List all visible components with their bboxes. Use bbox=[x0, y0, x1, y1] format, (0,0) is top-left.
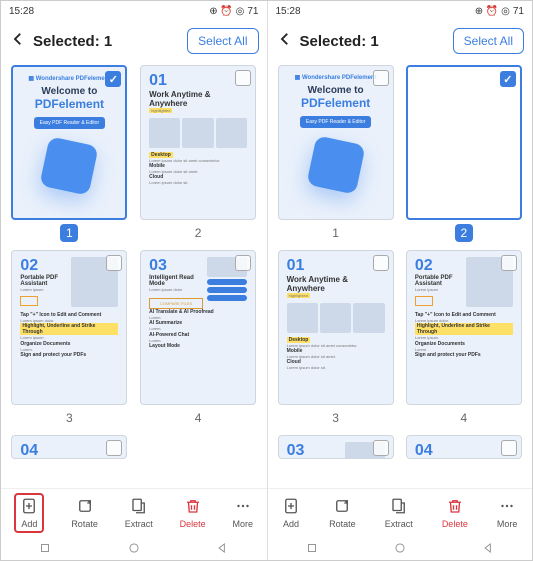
tool-label: More bbox=[233, 519, 254, 529]
delete-icon bbox=[184, 497, 202, 517]
delete-icon bbox=[446, 497, 464, 517]
page-number: 1 bbox=[60, 224, 78, 242]
page-number: 3 bbox=[60, 409, 78, 427]
page-checkbox[interactable] bbox=[373, 70, 389, 86]
page-number: 2 bbox=[455, 224, 473, 242]
status-bar: 15:28 ⊕ ⏰ ◎ 71 bbox=[268, 1, 533, 21]
extract-button[interactable]: Extract bbox=[385, 497, 413, 529]
tool-label: Extract bbox=[125, 519, 153, 529]
page-grid: ▦ Wondershare PDFelementWelcome toPDFele… bbox=[268, 61, 533, 488]
tool-label: Add bbox=[21, 519, 37, 529]
rotate-icon bbox=[333, 497, 351, 517]
rotate-button[interactable]: Rotate bbox=[71, 497, 98, 529]
tool-label: Add bbox=[283, 519, 299, 529]
status-icons: ⊕ ⏰ ◎ 71 bbox=[475, 6, 524, 17]
page-thumbnail[interactable]: 04More bbox=[404, 435, 524, 459]
selected-count: Selected: 1 bbox=[33, 33, 112, 50]
toolbar: Add Rotate Extract Delete More bbox=[1, 488, 267, 536]
add-icon bbox=[282, 497, 300, 517]
left-pane: 15:28 ⊕ ⏰ ◎ 71 Selected: 1 Select All ▦ … bbox=[1, 1, 267, 560]
header: Selected: 1 Select All bbox=[1, 21, 267, 61]
status-time: 15:28 bbox=[9, 6, 34, 17]
more-button[interactable]: More bbox=[233, 497, 254, 529]
status-icons: ⊕ ⏰ ◎ 71 bbox=[209, 6, 258, 17]
rotate-icon bbox=[76, 497, 94, 517]
back-nav-icon[interactable] bbox=[481, 541, 495, 555]
more-icon bbox=[234, 497, 252, 517]
recent-icon[interactable] bbox=[305, 541, 319, 555]
toolbar: Add Rotate Extract Delete More bbox=[268, 488, 533, 536]
page-thumbnail[interactable]: 04More bbox=[9, 435, 130, 459]
page-thumbnail[interactable]: ▦ Wondershare PDFelementWelcome toPDFele… bbox=[276, 65, 396, 242]
header: Selected: 1 Select All bbox=[268, 21, 533, 61]
right-pane: 15:28 ⊕ ⏰ ◎ 71 Selected: 1 Select All ▦ … bbox=[267, 1, 533, 560]
page-checkbox[interactable] bbox=[106, 255, 122, 271]
back-nav-icon[interactable] bbox=[215, 541, 229, 555]
page-grid: ▦ Wondershare PDFelementWelcome toPDFele… bbox=[1, 61, 267, 488]
android-navbar bbox=[268, 536, 533, 560]
add-button[interactable]: Add bbox=[282, 497, 300, 529]
select-all-button[interactable]: Select All bbox=[453, 28, 524, 54]
back-icon[interactable] bbox=[9, 30, 27, 53]
page-thumbnail[interactable]: 01Work Anytime & AnywherehighlightedDesk… bbox=[138, 65, 259, 242]
delete-button[interactable]: Delete bbox=[442, 497, 468, 529]
selected-count: Selected: 1 bbox=[300, 33, 379, 50]
delete-button[interactable]: Delete bbox=[180, 497, 206, 529]
page-number: 1 bbox=[327, 224, 345, 242]
tool-label: Rotate bbox=[329, 519, 356, 529]
extract-icon bbox=[390, 497, 408, 517]
page-checkbox[interactable] bbox=[500, 71, 516, 87]
page-thumbnail[interactable]: 01Work Anytime & AnywherehighlightedDesk… bbox=[276, 250, 396, 427]
recent-icon[interactable] bbox=[38, 541, 52, 555]
page-thumbnail[interactable]: 02Portable PDF AssistantLorem ipsum Tap … bbox=[404, 250, 524, 427]
extract-button[interactable]: Extract bbox=[125, 497, 153, 529]
page-checkbox[interactable] bbox=[106, 440, 122, 456]
home-icon[interactable] bbox=[393, 541, 407, 555]
tool-label: Delete bbox=[442, 519, 468, 529]
page-checkbox[interactable] bbox=[105, 71, 121, 87]
page-thumbnail[interactable]: 03Intelligent Read ModeLorem ipsum dolor… bbox=[138, 250, 259, 427]
page-checkbox[interactable] bbox=[501, 440, 517, 456]
page-thumbnail[interactable]: 02Portable PDF AssistantLorem ipsum Tap … bbox=[9, 250, 130, 427]
more-button[interactable]: More bbox=[497, 497, 518, 529]
android-navbar bbox=[1, 536, 267, 560]
select-all-button[interactable]: Select All bbox=[187, 28, 258, 54]
tool-label: More bbox=[497, 519, 518, 529]
page-checkbox[interactable] bbox=[235, 255, 251, 271]
add-button[interactable]: Add bbox=[14, 493, 44, 533]
page-thumbnail[interactable]: ▦ Wondershare PDFelementWelcome toPDFele… bbox=[9, 65, 130, 242]
status-time: 15:28 bbox=[276, 6, 301, 17]
add-icon bbox=[20, 497, 38, 517]
page-checkbox[interactable] bbox=[373, 255, 389, 271]
page-thumbnail[interactable]: 2 bbox=[404, 65, 524, 242]
page-number: 4 bbox=[455, 409, 473, 427]
back-icon[interactable] bbox=[276, 30, 294, 53]
status-bar: 15:28 ⊕ ⏰ ◎ 71 bbox=[1, 1, 267, 21]
tool-label: Delete bbox=[180, 519, 206, 529]
rotate-button[interactable]: Rotate bbox=[329, 497, 356, 529]
tool-label: Extract bbox=[385, 519, 413, 529]
extract-icon bbox=[130, 497, 148, 517]
page-thumbnail[interactable]: 03Intelligent Read ModeLorem ipsum dolor… bbox=[276, 435, 396, 459]
page-number: 4 bbox=[189, 409, 207, 427]
tool-label: Rotate bbox=[71, 519, 98, 529]
home-icon[interactable] bbox=[127, 541, 141, 555]
more-icon bbox=[498, 497, 516, 517]
page-checkbox[interactable] bbox=[235, 70, 251, 86]
page-number: 2 bbox=[189, 224, 207, 242]
page-checkbox[interactable] bbox=[373, 440, 389, 456]
page-checkbox[interactable] bbox=[501, 255, 517, 271]
page-number: 3 bbox=[327, 409, 345, 427]
